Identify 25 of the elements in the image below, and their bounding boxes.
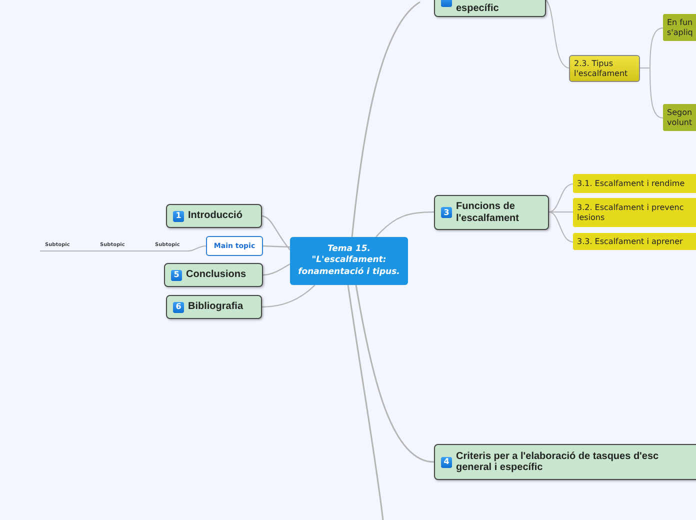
topic-label: Criteris per a l'elaboració de tasques d'esc general i específic [456, 450, 659, 474]
topic-label: Bibliografia [188, 301, 244, 313]
subtopic-node[interactable]: 3.2. Escalfament i prevenc lesions [573, 198, 696, 227]
topic-node[interactable]: 1 Introducció [166, 204, 262, 228]
number-badge: 5 [171, 270, 182, 280]
topic-node[interactable]: 4 Criteris per a l'elaboració de tasques d'esc general i específic [434, 444, 696, 480]
number-badge: 3 [441, 207, 452, 218]
topic-node[interactable]: 5 Conclusions [164, 263, 263, 287]
subtopic-node[interactable]: 3.3. Escalfament i aprener [573, 233, 696, 250]
subtopic-node[interactable]: 3.1. Escalfament i rendime [573, 174, 696, 193]
number-badge: 6 [173, 302, 184, 312]
topic-label: Funcions de l'escalfament [456, 201, 519, 224]
connector-line [262, 284, 316, 308]
number-badge: 4 [441, 456, 452, 468]
topic-label: específic [456, 2, 499, 14]
subtopic-node[interactable]: En fun s'apliq [663, 14, 696, 41]
topic-node[interactable]: específic [434, 0, 546, 17]
topic-label: Conclusions [186, 269, 246, 281]
topic-node[interactable]: 6 Bibliografia [166, 295, 262, 319]
connector-line [546, 0, 570, 68]
connector-line [262, 263, 290, 276]
number-badge: 1 [173, 210, 184, 222]
subtopic-node[interactable]: 2.3. Tipus l'escalfament [569, 55, 640, 82]
topic-label: Introducció [188, 210, 242, 222]
subtopic-node[interactable]: Segon volunt [663, 104, 696, 131]
